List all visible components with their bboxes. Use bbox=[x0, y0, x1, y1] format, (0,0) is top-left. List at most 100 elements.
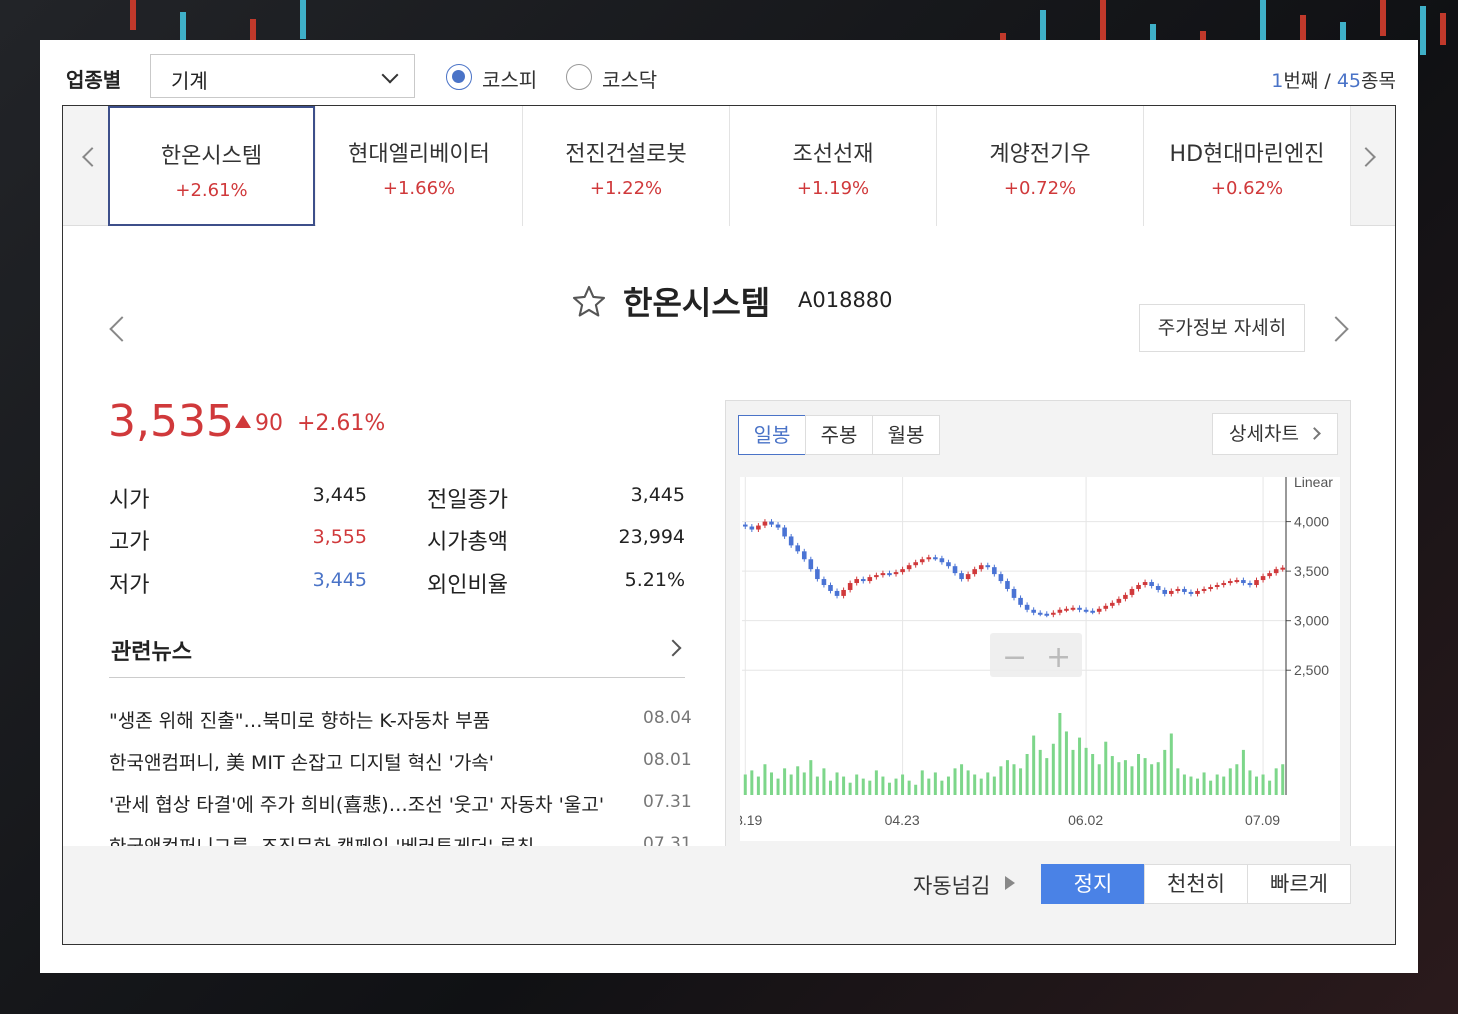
volume-bar bbox=[920, 770, 924, 795]
speed-fast-button[interactable]: 빠르게 bbox=[1247, 864, 1351, 904]
foreign-ratio-value: 5.21% bbox=[624, 569, 685, 591]
candle-body bbox=[1096, 608, 1102, 612]
candle-body bbox=[749, 526, 755, 530]
candle-body bbox=[1129, 588, 1135, 595]
stock-widget: 업종별 기계 코스피 코스닥 1번째 / 45종목 한온시스템 +2.61% 현… bbox=[40, 40, 1418, 973]
price-detail-button[interactable]: 주가정보 자세히 bbox=[1139, 304, 1305, 352]
volume-bar bbox=[1012, 764, 1016, 795]
news-item[interactable]: 한국앤컴퍼니, 美 MIT 손잡고 디지털 혁신 '가속' bbox=[109, 748, 615, 775]
chart-box: 일봉 주봉 월봉 상세차트 03.19 04.23 06.02 07.09 4,000 3… bbox=[725, 400, 1351, 854]
auto-advance-label: 자동넘김 bbox=[913, 874, 991, 898]
candle-body bbox=[1057, 609, 1063, 613]
candle-body bbox=[860, 579, 866, 582]
candle-body bbox=[782, 527, 787, 537]
candle-body bbox=[1234, 580, 1240, 583]
market-label: 코스피 bbox=[482, 68, 538, 92]
candle-body bbox=[946, 562, 951, 567]
tab-daily[interactable]: 일봉 bbox=[738, 415, 806, 455]
candle-body bbox=[1149, 582, 1154, 586]
candle-body bbox=[1273, 569, 1279, 574]
stock-tab-change: +1.19% bbox=[796, 178, 870, 199]
volume-bar bbox=[946, 776, 950, 795]
tab-weekly[interactable]: 주봉 bbox=[805, 415, 873, 455]
stock-tab[interactable]: 한온시스템 +2.61% bbox=[108, 106, 315, 226]
prev-close-value: 3,445 bbox=[630, 484, 685, 506]
candle-body bbox=[867, 577, 873, 582]
volume-bar bbox=[1150, 764, 1154, 795]
volume-bar bbox=[763, 764, 767, 795]
volume-bar bbox=[1084, 747, 1088, 795]
stock-tab[interactable]: 현대엘리베이터 +1.66% bbox=[316, 106, 523, 226]
speed-stop-button[interactable]: 정지 bbox=[1041, 864, 1145, 904]
stock-tab[interactable]: 전진건설로봇 +1.22% bbox=[523, 106, 730, 226]
volume-bar bbox=[1281, 764, 1285, 795]
price-change-value: 90 bbox=[255, 411, 283, 436]
volume-bar bbox=[1091, 754, 1095, 795]
sector-select[interactable]: 기계 bbox=[150, 54, 415, 98]
chevron-right-icon[interactable] bbox=[664, 639, 682, 657]
candle-body bbox=[762, 521, 768, 526]
candle-body bbox=[1260, 576, 1266, 581]
volume-bar bbox=[1117, 762, 1121, 795]
stock-pager: 1번째 / 45종목 bbox=[1271, 66, 1396, 93]
news-item[interactable]: "생존 위해 진출"…북미로 향하는 K-자동차 부품 bbox=[109, 706, 615, 733]
detail-chart-button[interactable]: 상세차트 bbox=[1212, 413, 1338, 455]
candle-body bbox=[919, 559, 925, 563]
candle-body bbox=[854, 579, 859, 584]
news-item[interactable]: '관세 협상 타결'에 주가 희비(喜悲)…조선 '웃고' 자동차 '울고' bbox=[109, 790, 615, 817]
chevron-right-icon[interactable] bbox=[1356, 147, 1376, 167]
volume-bar bbox=[973, 774, 977, 795]
candle-body bbox=[1070, 607, 1076, 610]
candle-body bbox=[926, 557, 932, 560]
volume-bar bbox=[776, 778, 780, 795]
volume-bar bbox=[1137, 754, 1141, 795]
chevron-left-icon[interactable] bbox=[82, 147, 102, 167]
candle-body bbox=[775, 524, 781, 528]
zoom-out-icon[interactable]: − bbox=[1002, 640, 1027, 675]
volume-bar bbox=[1222, 776, 1226, 795]
candle-body bbox=[900, 569, 905, 573]
pager-total: 45 bbox=[1336, 70, 1362, 92]
volume-bar bbox=[986, 772, 990, 795]
candle-body bbox=[978, 565, 984, 570]
price-chart[interactable]: 03.19 04.23 06.02 07.09 4,000 3,500 3,000 2,500… bbox=[740, 477, 1340, 841]
volume-bar bbox=[1202, 772, 1206, 795]
volume-bar bbox=[1025, 754, 1029, 795]
volume-bar bbox=[1228, 768, 1232, 795]
tab-monthly[interactable]: 월봉 bbox=[872, 415, 940, 455]
volume-bar bbox=[914, 784, 918, 795]
candle-body bbox=[821, 579, 827, 586]
volume-bar bbox=[868, 780, 872, 795]
candle-body bbox=[1123, 594, 1128, 599]
stock-tab[interactable]: 조선선재 +1.19% bbox=[730, 106, 937, 226]
candle-body bbox=[1155, 586, 1161, 590]
y-tick-label: 2,500 bbox=[1294, 662, 1329, 678]
zoom-in-icon[interactable]: + bbox=[1046, 640, 1071, 675]
candle-body bbox=[992, 567, 997, 575]
speed-slow-button[interactable]: 천천히 bbox=[1144, 864, 1248, 904]
candle-body bbox=[801, 551, 807, 560]
candle-body bbox=[906, 565, 912, 570]
volume-bar bbox=[783, 768, 787, 795]
volume-bar bbox=[907, 780, 911, 795]
y-tick-label: 4,000 bbox=[1294, 514, 1329, 530]
stock-tab[interactable]: HD현대마린엔진 +0.62% bbox=[1144, 106, 1351, 226]
candle-body bbox=[952, 566, 958, 574]
volume-bar bbox=[809, 760, 813, 795]
volume-bar bbox=[1005, 760, 1009, 795]
volume-bar bbox=[1189, 776, 1193, 795]
volume-bar bbox=[1261, 774, 1265, 795]
volume-bar bbox=[1156, 762, 1160, 795]
stock-tab-name: 계양전기우 bbox=[989, 142, 1091, 167]
candle-body bbox=[1103, 605, 1109, 609]
prev-close-label: 전일종가 bbox=[427, 488, 508, 513]
volume-bar bbox=[828, 780, 832, 795]
volume-bar bbox=[1058, 713, 1062, 795]
stock-tab[interactable]: 계양전기우 +0.72% bbox=[937, 106, 1144, 226]
volume-bar bbox=[887, 782, 891, 795]
background-candle bbox=[130, 0, 136, 30]
volume-bar bbox=[1274, 768, 1278, 795]
star-icon[interactable] bbox=[571, 284, 607, 320]
volume-bar bbox=[894, 778, 898, 795]
high-label: 고가 bbox=[109, 530, 150, 555]
